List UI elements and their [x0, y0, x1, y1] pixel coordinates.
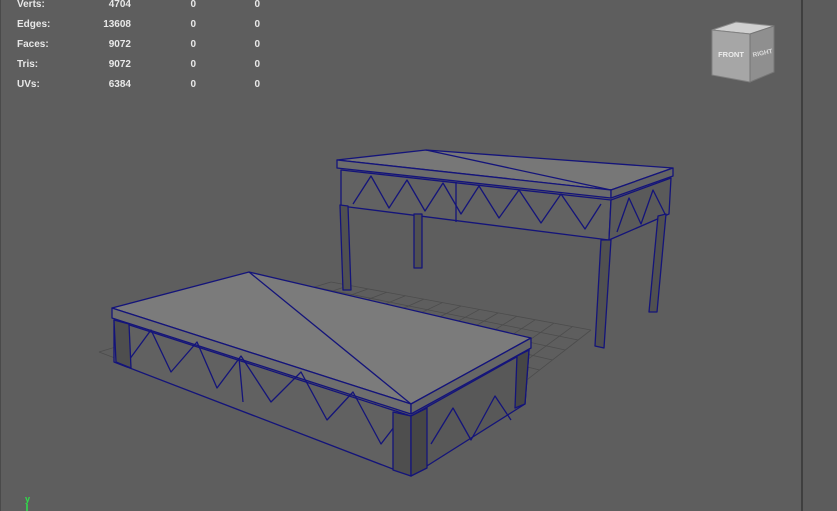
corner-post [514, 349, 530, 409]
3d-viewport[interactable]: Verts: 4704 0 0 Edges: 13608 0 0 Faces: … [0, 0, 801, 511]
corner-post [392, 411, 412, 477]
corner-post [410, 407, 428, 477]
platform-leg [413, 213, 423, 269]
platform-leg [594, 239, 612, 349]
platform-leg [339, 204, 352, 291]
low-stage-platform[interactable] [111, 271, 532, 477]
platform-leg [648, 213, 667, 313]
axis-y-label: y [25, 494, 30, 504]
corner-post [113, 319, 132, 369]
scene-canvas[interactable] [1, 0, 801, 511]
side-panel [803, 0, 837, 511]
axis-indicator: y [25, 494, 30, 511]
